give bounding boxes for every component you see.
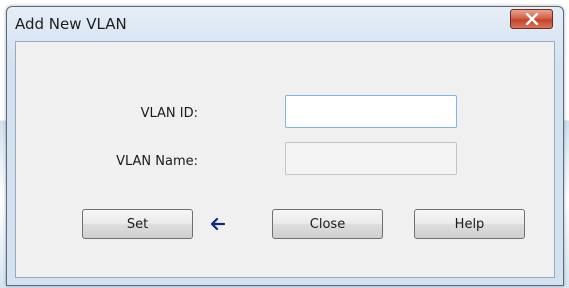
vlan-id-label: VLAN ID: [140, 106, 198, 121]
vlan-name-input[interactable] [285, 142, 457, 175]
vlan-name-label: VLAN Name: [116, 154, 198, 169]
window-close-button[interactable] [510, 9, 553, 29]
add-vlan-dialog: Add New VLAN VLAN ID: VLAN Name: Set Clo… [6, 6, 564, 286]
vlan-id-input[interactable] [285, 95, 457, 128]
left-arrow-icon [210, 217, 226, 231]
close-x-icon [525, 13, 538, 25]
help-button[interactable]: Help [414, 209, 525, 239]
dialog-content: VLAN ID: VLAN Name: Set Close Help [15, 41, 555, 278]
set-button[interactable]: Set [82, 209, 193, 239]
title-bar[interactable]: Add New VLAN [7, 7, 563, 41]
dialog-title: Add New VLAN [15, 15, 127, 33]
close-button[interactable]: Close [272, 209, 383, 239]
